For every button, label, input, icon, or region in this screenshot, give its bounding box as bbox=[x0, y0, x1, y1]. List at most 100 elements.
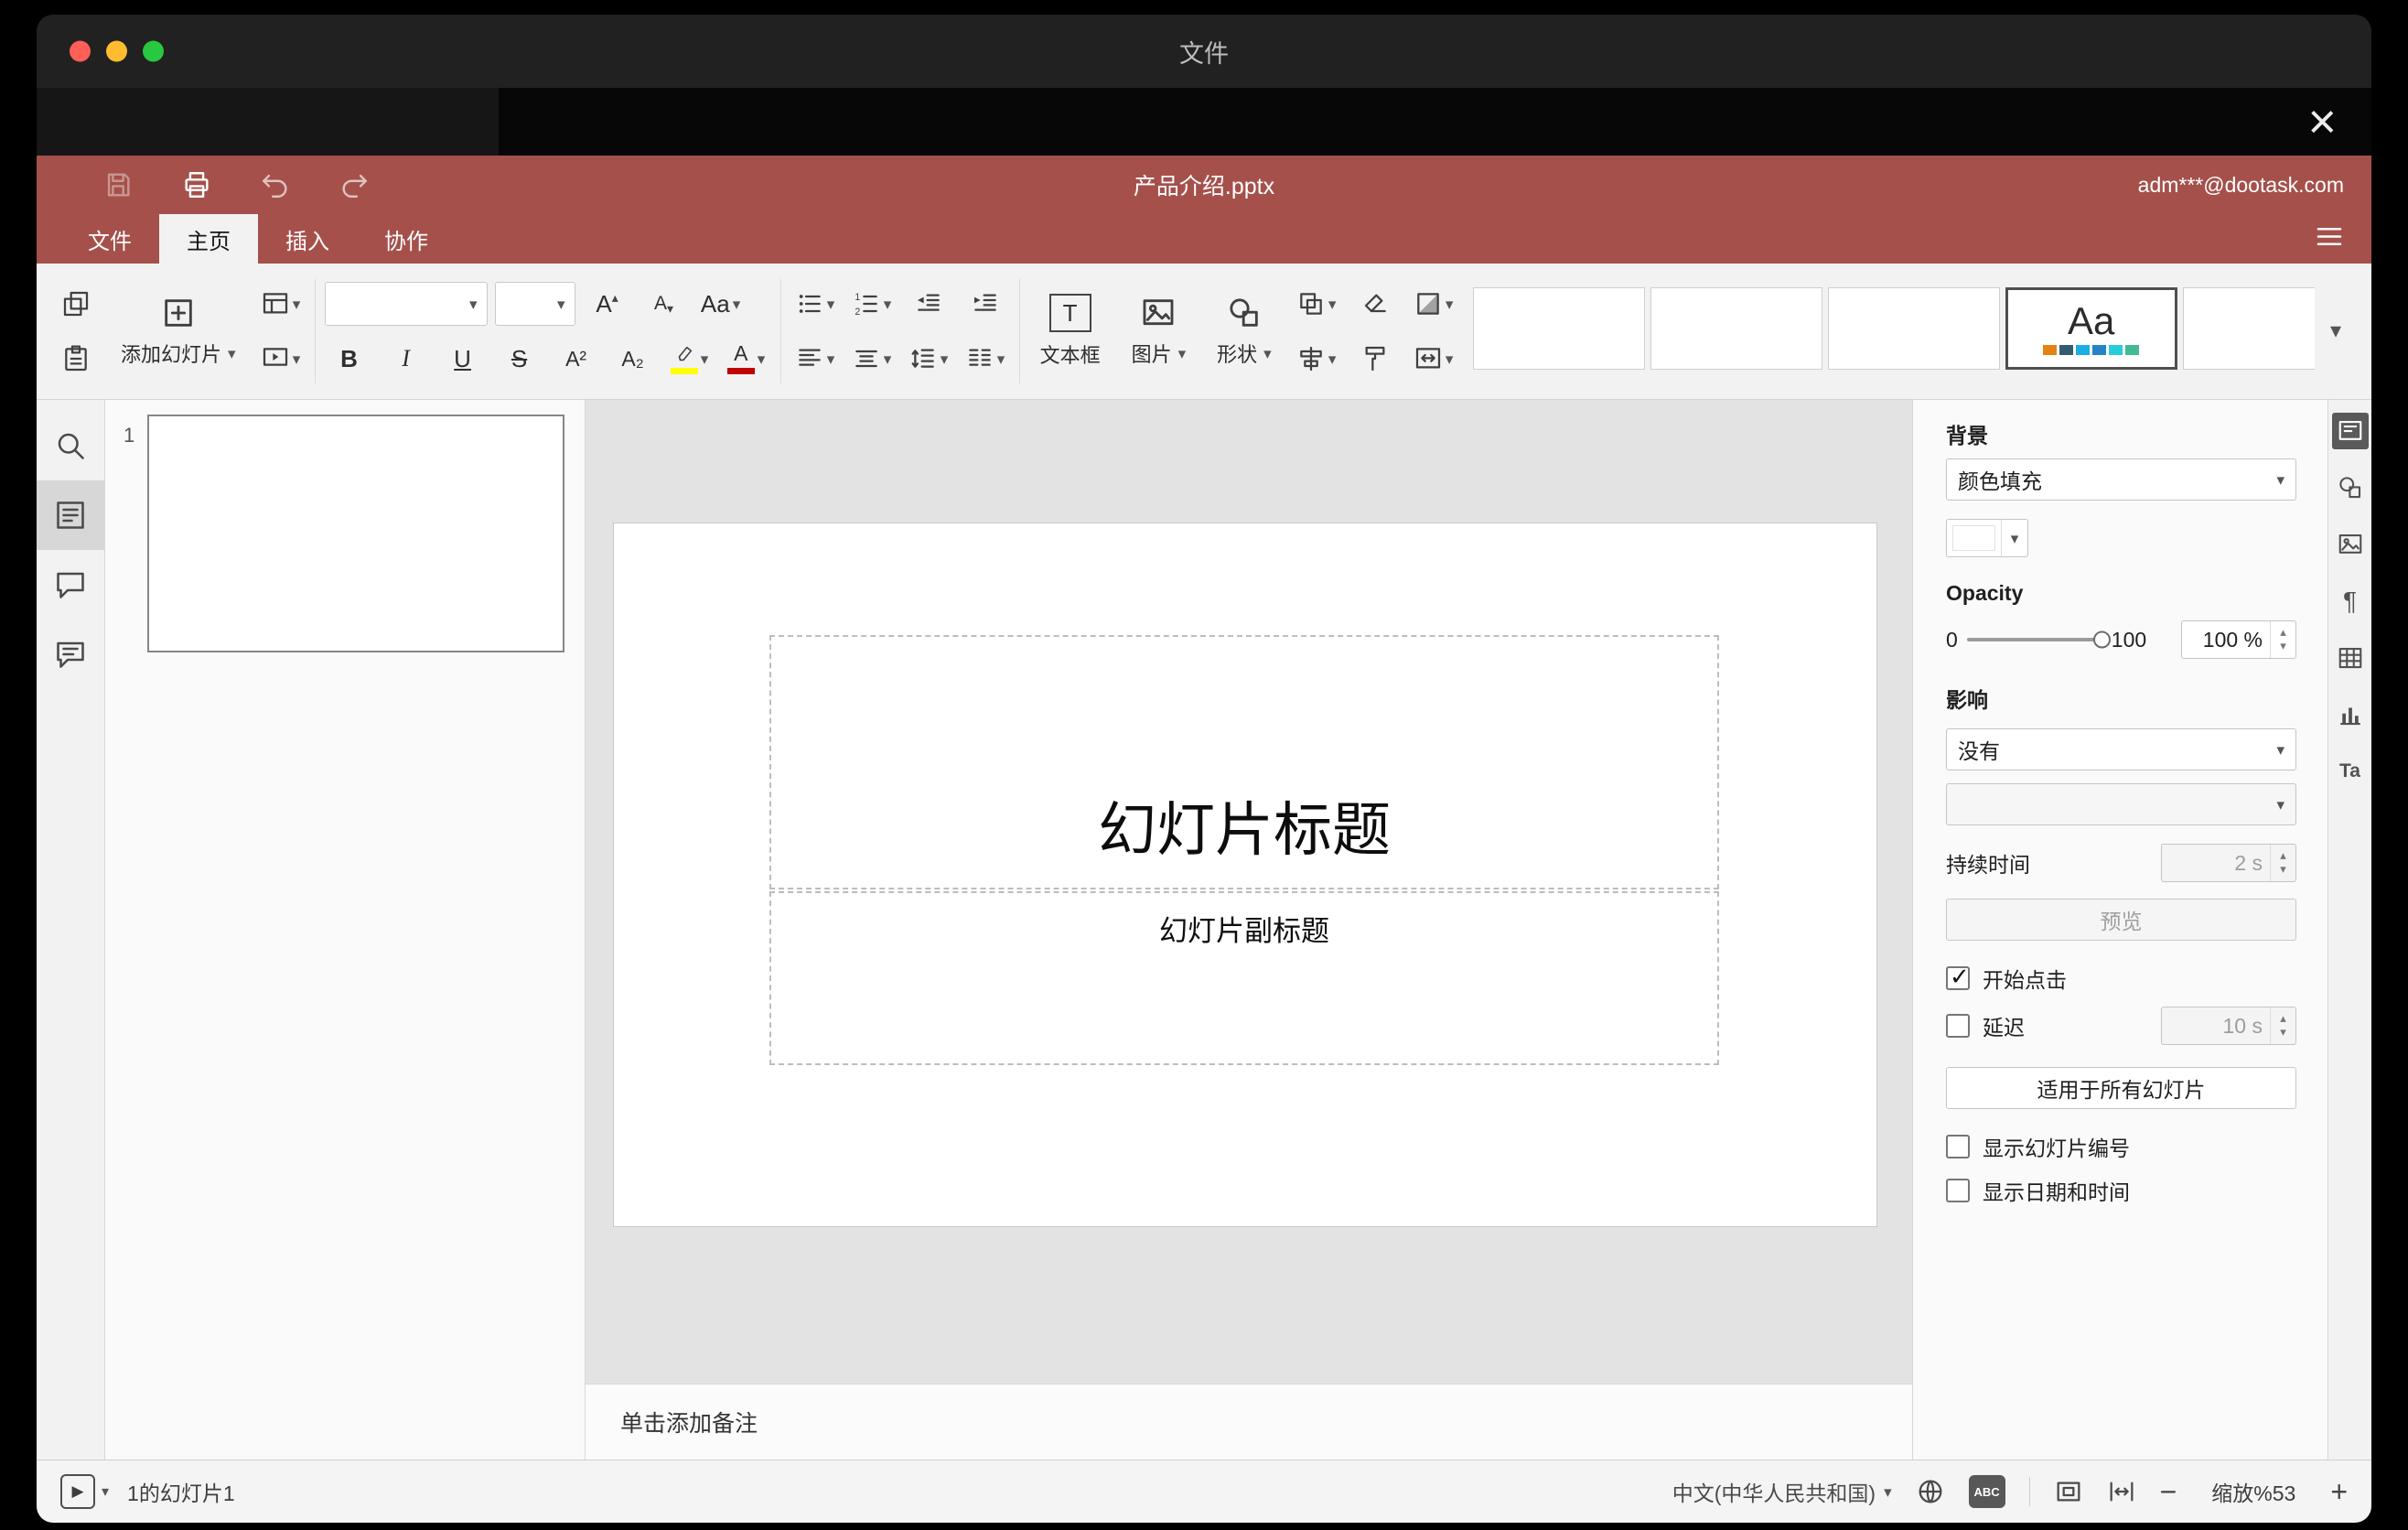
apply-to-all-slides-button[interactable]: 适用于所有幻灯片 bbox=[1946, 1067, 2296, 1109]
clear-style-eraser-icon[interactable] bbox=[1350, 281, 1400, 327]
theme-tile[interactable] bbox=[1650, 287, 1822, 370]
set-language-globe-icon[interactable] bbox=[1916, 1477, 1945, 1506]
start-slideshow-status-button[interactable]: ▶ bbox=[60, 1474, 95, 1509]
table-settings-icon[interactable] bbox=[2332, 640, 2369, 676]
highlight-color-button[interactable]: ▾ bbox=[665, 336, 715, 382]
start-on-click-row[interactable]: 开始点击 bbox=[1946, 963, 2296, 994]
tab-collaboration[interactable]: 协作 bbox=[357, 214, 456, 264]
spinner-arrows[interactable]: ▴ ▾ bbox=[2270, 621, 2295, 658]
spinner-down-icon[interactable]: ▾ bbox=[2280, 862, 2286, 877]
line-spacing-button[interactable]: ▾ bbox=[904, 336, 953, 382]
strikeout-button[interactable]: S bbox=[495, 336, 544, 382]
chevron-down-icon[interactable]: ▾ bbox=[102, 1482, 109, 1501]
italic-button[interactable]: I bbox=[382, 336, 431, 382]
delay-row[interactable]: 延迟 10 s ▴ ▾ bbox=[1946, 1007, 2296, 1045]
delay-checkbox[interactable] bbox=[1946, 1014, 1970, 1038]
print-icon[interactable] bbox=[179, 167, 214, 202]
fit-to-slide-icon[interactable] bbox=[2054, 1477, 2083, 1506]
start-slideshow-button[interactable]: ▾ bbox=[256, 336, 306, 382]
spinner-arrows[interactable]: ▴ ▾ bbox=[2270, 845, 2295, 881]
change-layout-button[interactable]: ▾ bbox=[256, 281, 306, 327]
subscript-button[interactable]: A₂ bbox=[608, 336, 658, 382]
duration-spinner[interactable]: 2 s ▴ ▾ bbox=[2161, 844, 2296, 882]
search-icon[interactable] bbox=[37, 411, 104, 480]
undo-icon[interactable] bbox=[258, 167, 293, 202]
tab-file[interactable]: 文件 bbox=[60, 214, 159, 264]
theme-tile[interactable] bbox=[2182, 287, 2315, 370]
fullscreen-window-button[interactable] bbox=[143, 40, 164, 62]
font-name-select[interactable]: ▾ bbox=[324, 282, 488, 326]
slides-panel-icon[interactable] bbox=[37, 480, 104, 550]
show-date-time-checkbox[interactable] bbox=[1946, 1179, 1970, 1202]
add-slide-button[interactable]: 添加幻灯片 ▾ bbox=[110, 275, 247, 387]
show-date-time-row[interactable]: 显示日期和时间 bbox=[1946, 1175, 2296, 1206]
slide-size-button[interactable]: ▾ bbox=[1409, 336, 1458, 382]
insert-shape-button[interactable]: 形状 ▾ bbox=[1206, 275, 1283, 387]
bullets-button[interactable]: ▾ bbox=[790, 281, 840, 327]
decrease-indent-button[interactable] bbox=[904, 281, 953, 327]
redo-icon[interactable] bbox=[337, 167, 371, 202]
slide-settings-icon[interactable] bbox=[2331, 413, 2369, 449]
paste-icon[interactable] bbox=[51, 336, 101, 382]
minimize-window-button[interactable] bbox=[106, 40, 127, 62]
show-slide-number-checkbox[interactable] bbox=[1946, 1135, 1970, 1158]
insert-columns-button[interactable]: ▾ bbox=[961, 336, 1010, 382]
numbering-button[interactable]: 1 2 ▾ bbox=[847, 281, 897, 327]
close-window-button[interactable] bbox=[70, 40, 91, 62]
slide-thumbnail[interactable] bbox=[147, 415, 564, 652]
subtitle-placeholder[interactable]: 幻灯片副标题 bbox=[769, 891, 1719, 1065]
chart-settings-icon[interactable] bbox=[2332, 696, 2369, 733]
spinner-down-icon[interactable]: ▾ bbox=[2280, 1025, 2286, 1040]
vertical-align-button[interactable]: ▾ bbox=[847, 336, 897, 382]
show-slide-number-row[interactable]: 显示幻灯片编号 bbox=[1946, 1131, 2296, 1162]
opacity-spinner[interactable]: 100 % ▴ ▾ bbox=[2181, 620, 2296, 659]
comments-icon[interactable] bbox=[37, 550, 104, 620]
theme-tile[interactable] bbox=[1827, 287, 2000, 370]
chat-feedback-icon[interactable] bbox=[37, 620, 104, 689]
spinner-up-icon[interactable]: ▴ bbox=[2280, 625, 2286, 640]
change-case-button[interactable]: Aa ▾ bbox=[696, 281, 746, 327]
theme-tile-selected[interactable]: Aa bbox=[2005, 287, 2177, 370]
zoom-out-button[interactable]: − bbox=[2160, 1477, 2177, 1506]
font-size-select[interactable]: ▾ bbox=[494, 282, 575, 326]
theme-tile[interactable] bbox=[1472, 287, 1645, 370]
document-language-button[interactable]: 中文(中华人民共和国) ▾ bbox=[1672, 1476, 1892, 1507]
tab-home[interactable]: 主页 bbox=[159, 214, 258, 264]
image-settings-icon[interactable] bbox=[2332, 526, 2369, 563]
decrease-font-size-button[interactable]: A ▾ bbox=[640, 281, 689, 327]
horizontal-align-button[interactable]: ▾ bbox=[790, 336, 840, 382]
effect-select[interactable]: 没有 ▾ bbox=[1946, 728, 2296, 770]
increase-indent-button[interactable] bbox=[961, 281, 1010, 327]
notes-area[interactable]: 单击添加备注 bbox=[586, 1384, 1912, 1460]
shape-settings-icon[interactable] bbox=[2332, 469, 2369, 506]
arrange-shapes-button[interactable]: ▾ bbox=[1292, 281, 1341, 327]
effect-detail-select[interactable]: ▾ bbox=[1946, 783, 2296, 825]
preview-button[interactable]: 预览 bbox=[1946, 899, 2296, 941]
opacity-slider[interactable] bbox=[1966, 630, 2111, 649]
copy-style-icon[interactable] bbox=[1350, 336, 1400, 382]
slide-fill-button[interactable]: ▾ bbox=[1409, 281, 1458, 327]
theme-gallery-expand-button[interactable]: ▾ bbox=[2315, 287, 2357, 375]
copy-icon[interactable] bbox=[51, 281, 101, 327]
paragraph-settings-icon[interactable]: ¶ bbox=[2332, 583, 2369, 620]
delay-spinner[interactable]: 10 s ▴ ▾ bbox=[2161, 1007, 2296, 1045]
increase-font-size-button[interactable]: A ▴ bbox=[583, 281, 632, 327]
font-color-button[interactable]: A ▾ bbox=[722, 336, 771, 382]
underline-button[interactable]: U bbox=[438, 336, 488, 382]
bold-button[interactable]: B bbox=[325, 336, 374, 382]
insert-image-button[interactable]: 图片 ▾ bbox=[1121, 275, 1198, 387]
spell-check-icon[interactable]: ABC bbox=[1968, 1475, 2005, 1508]
slide-canvas[interactable]: 幻灯片标题 幻灯片副标题 bbox=[586, 400, 1912, 1384]
tab-insert[interactable]: 插入 bbox=[258, 214, 357, 264]
background-fill-select[interactable]: 颜色填充 ▾ bbox=[1946, 458, 2296, 501]
zoom-in-button[interactable]: + bbox=[2330, 1477, 2348, 1506]
close-icon[interactable]: × bbox=[2307, 97, 2337, 146]
insert-textbox-button[interactable]: T 文本框 bbox=[1029, 275, 1112, 387]
hamburger-menu-icon[interactable] bbox=[2313, 221, 2346, 258]
opacity-slider-knob[interactable] bbox=[2092, 630, 2111, 649]
fill-color-picker[interactable]: ▾ bbox=[1946, 519, 2028, 557]
slide[interactable]: 幻灯片标题 幻灯片副标题 bbox=[613, 523, 1877, 1227]
title-placeholder[interactable]: 幻灯片标题 bbox=[769, 635, 1719, 889]
superscript-button[interactable]: A² bbox=[552, 336, 601, 382]
fit-to-width-icon[interactable] bbox=[2107, 1477, 2136, 1506]
